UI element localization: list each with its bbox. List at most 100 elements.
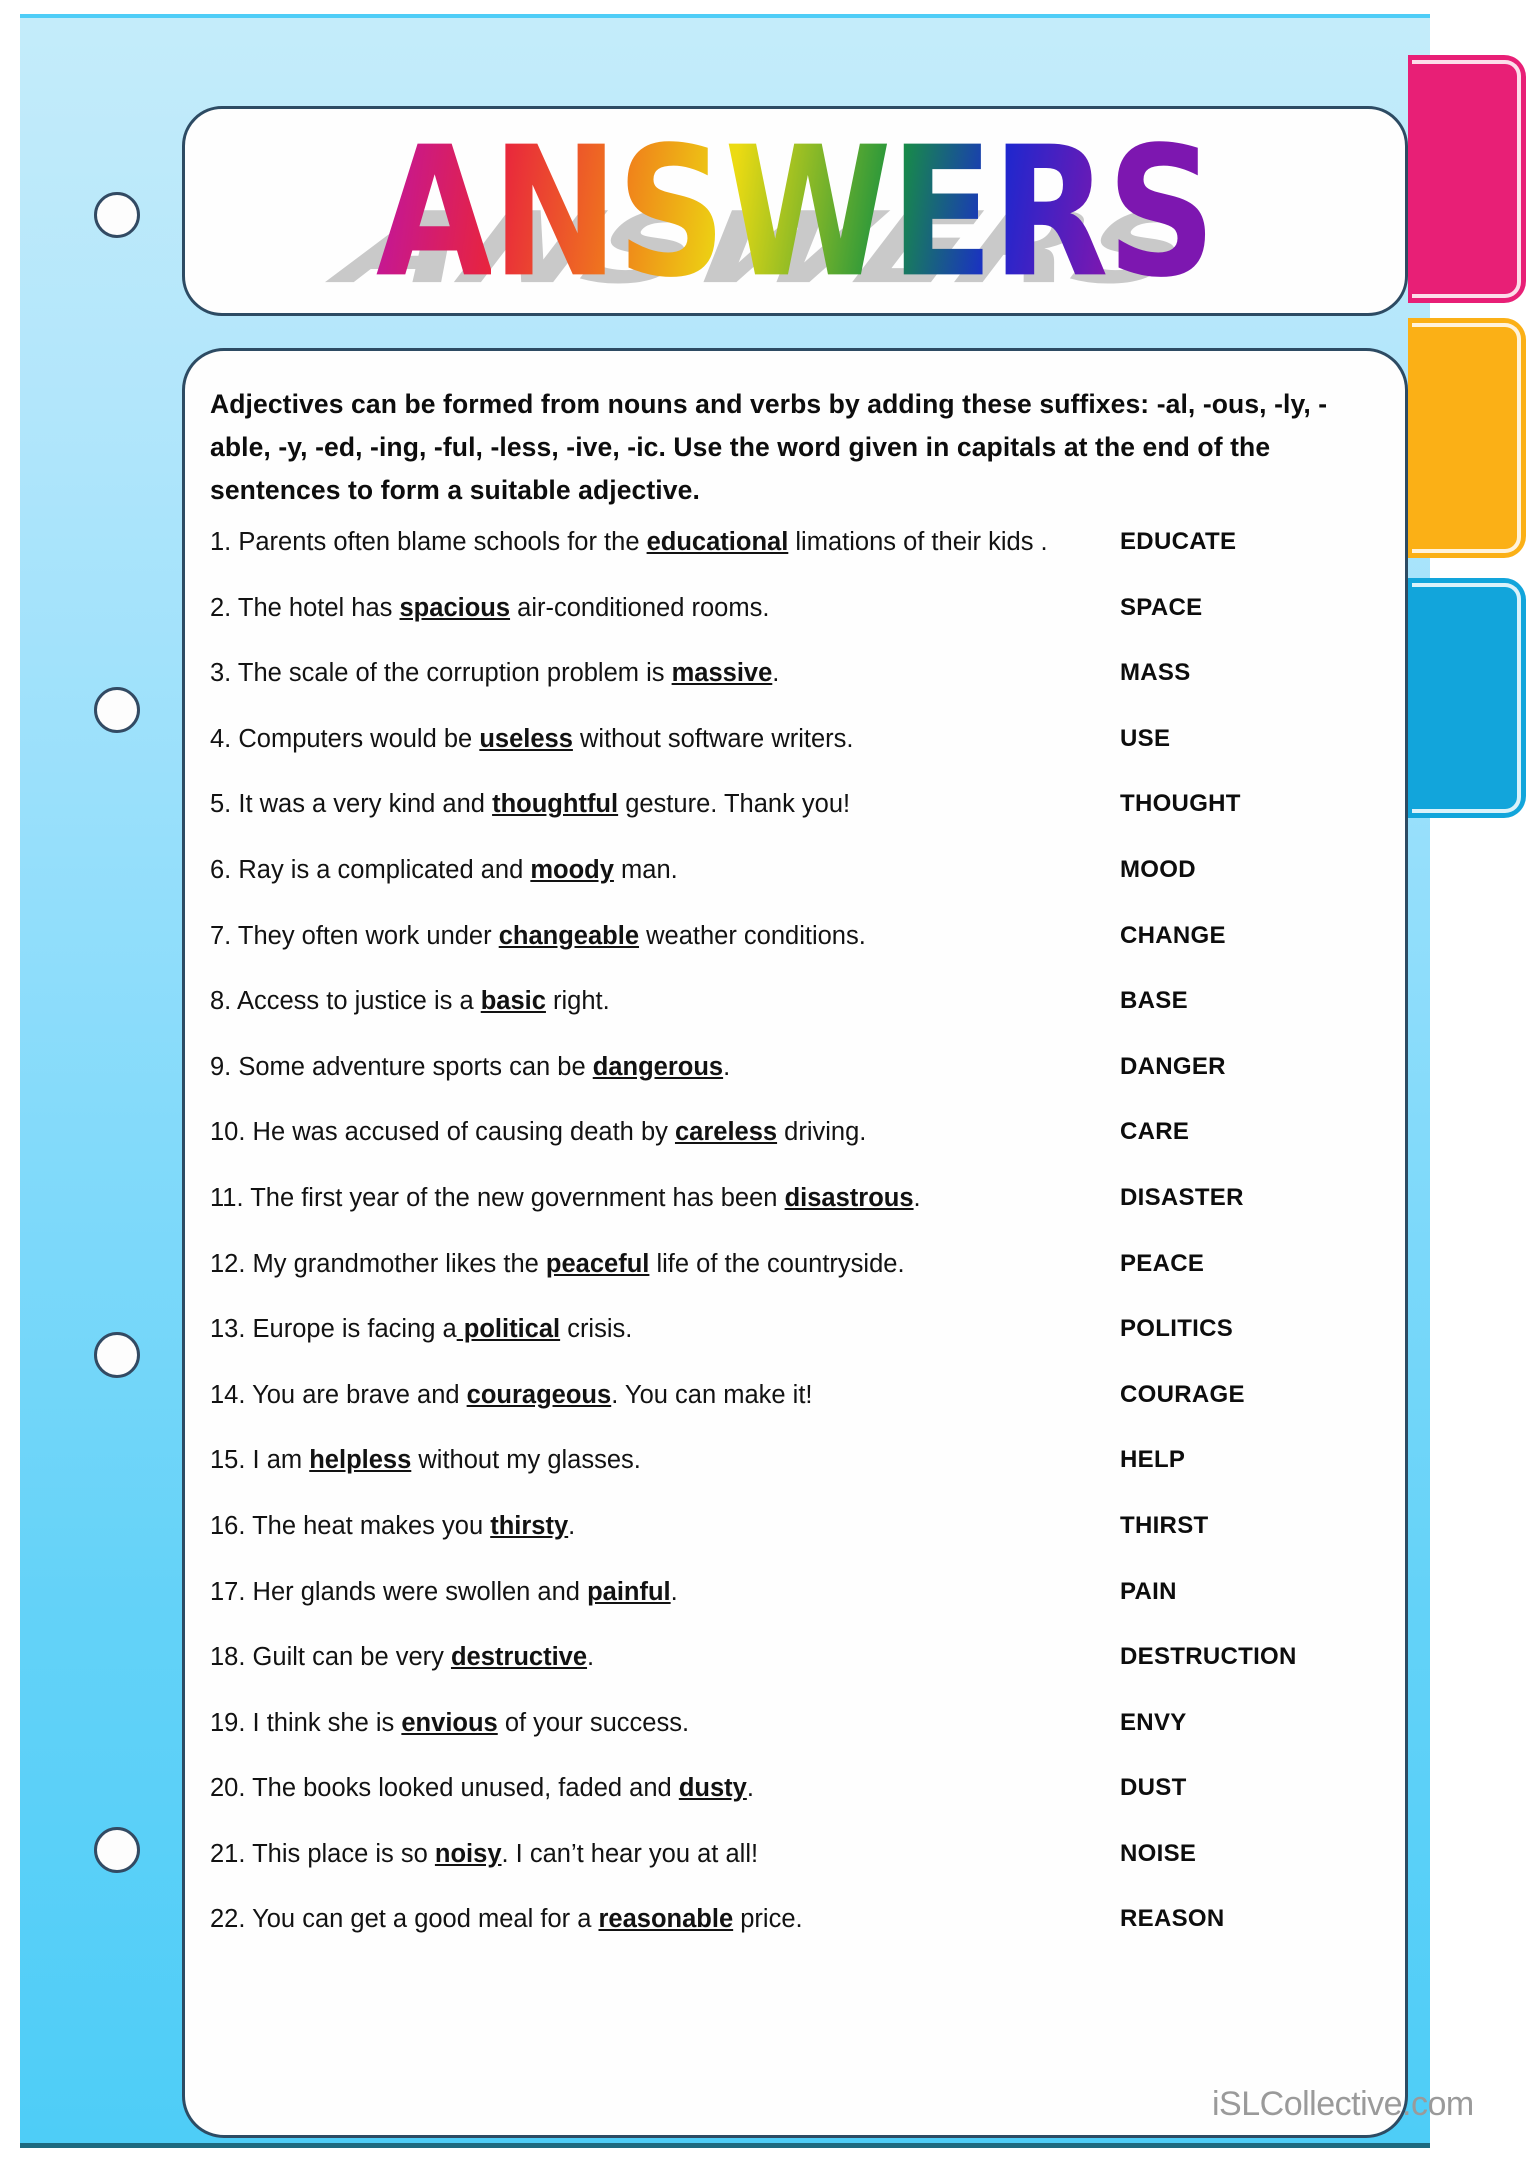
answer-row: 16. The heat makes you thirsty. THIRST	[210, 1512, 1380, 1578]
sentence-after: of your success.	[497, 1708, 690, 1737]
sentence-before: Access to justice is a	[236, 987, 481, 1016]
sentence-text: 9. Some adventure sports can be dangerou…	[210, 1053, 730, 1082]
cue-word: PAIN	[1120, 1577, 1177, 1605]
sentence-before: They often work under	[237, 921, 499, 950]
sentence-text: 10. He was accused of causing death by c…	[210, 1118, 866, 1147]
item-number: 4.	[210, 724, 239, 753]
filled-answer: educational	[646, 528, 789, 556]
sentence-after: man.	[613, 855, 678, 884]
answer-row: 22. You can get a good meal for a reason…	[210, 1905, 1380, 1971]
cue-word: DISASTER	[1120, 1183, 1244, 1211]
cue-word: ENVY	[1120, 1708, 1187, 1736]
cue-word: DUST	[1120, 1774, 1187, 1802]
sentence-before: Ray is a complicated and	[238, 855, 531, 884]
answer-row: 12. My grandmother likes the peaceful li…	[210, 1250, 1380, 1316]
item-number: 11.	[210, 1183, 251, 1212]
sentence-text: 21. This place is so noisy. I can’t hear…	[210, 1840, 758, 1869]
cue-word: PEACE	[1120, 1249, 1205, 1277]
hole-punch-1	[94, 192, 140, 238]
filled-answer: basic	[480, 987, 546, 1016]
cue-word: BASE	[1120, 987, 1188, 1015]
answer-row: 4. Computers would be useless without so…	[210, 725, 1380, 791]
filled-answer: political	[456, 1315, 561, 1344]
sentence-before: The hotel has	[237, 593, 400, 622]
sentence-before: Some adventure sports can be	[238, 1052, 593, 1081]
sentence-text: 22. You can get a good meal for a reason…	[210, 1905, 803, 1934]
hole-punch-2	[94, 687, 140, 733]
answers-wordart: ANSWERS ANSWERS	[185, 123, 1405, 306]
sentence-before: I think she is	[252, 1708, 402, 1737]
index-tab-pink[interactable]	[1408, 55, 1526, 303]
sentence-after: . I can’t hear you at all!	[501, 1839, 759, 1868]
filled-answer: peaceful	[545, 1249, 650, 1278]
answer-row: 6. Ray is a complicated and moody man. MO…	[210, 856, 1380, 922]
filled-answer: changeable	[498, 921, 640, 950]
answer-row: 18. Guilt can be very destructive. DESTRU…	[210, 1643, 1380, 1709]
answer-row: 7. They often work under changeable weat…	[210, 922, 1380, 988]
cue-word: MASS	[1120, 659, 1191, 687]
answer-row: 21. This place is so noisy. I can’t hear…	[210, 1840, 1380, 1906]
item-number: 13.	[210, 1315, 253, 1344]
sentence-after: .	[723, 1052, 731, 1081]
sentence-before: Her glands were swollen and	[252, 1577, 588, 1606]
filled-answer: courageous	[466, 1380, 612, 1409]
answers-letter-n-1: N	[491, 107, 618, 317]
sentence-after: . You can make it!	[611, 1380, 813, 1409]
index-tab-pink-inner	[1412, 60, 1521, 298]
cue-word: DANGER	[1120, 1052, 1226, 1080]
answer-list: 1. Parents often blame schools for the e…	[210, 528, 1380, 1971]
item-number: 1.	[210, 528, 239, 556]
sentence-after: life of the countryside.	[649, 1249, 905, 1278]
item-number: 10.	[210, 1118, 253, 1147]
answer-row: 11. The first year of the new government…	[210, 1184, 1380, 1250]
sentence-before: Europe is facing a	[252, 1315, 457, 1344]
sentence-before: This place is so	[252, 1839, 435, 1868]
item-number: 15.	[210, 1446, 253, 1475]
sentence-after: gesture. Thank you!	[618, 790, 851, 819]
item-number: 18.	[210, 1643, 253, 1672]
cue-word: HELP	[1120, 1446, 1186, 1474]
sentence-after: without my glasses.	[411, 1446, 641, 1475]
sentence-after: weather conditions.	[639, 921, 866, 950]
hole-punch-4	[94, 1827, 140, 1873]
filled-answer: thirsty	[490, 1511, 569, 1540]
filled-answer: careless	[674, 1118, 778, 1147]
sentence-text: 16. The heat makes you thirsty.	[210, 1512, 575, 1541]
sentence-after: right.	[545, 987, 610, 1016]
sentence-text: 19. I think she is envious of your succe…	[210, 1709, 689, 1738]
sentence-text: 8. Access to justice is a basic right.	[210, 987, 610, 1016]
item-number: 21.	[210, 1839, 253, 1868]
item-number: 7.	[210, 921, 238, 950]
sentence-before: It was a very kind and	[238, 790, 493, 819]
cue-word: CARE	[1120, 1118, 1190, 1146]
item-number: 20.	[210, 1774, 253, 1803]
filled-answer: dusty	[678, 1774, 747, 1803]
item-number: 12.	[210, 1249, 253, 1278]
sentence-before: The heat makes you	[252, 1511, 491, 1540]
cue-word: THIRST	[1120, 1511, 1209, 1539]
sentence-text: 5. It was a very kind and thoughtful ges…	[210, 790, 850, 819]
sentence-before: The books looked unused, faded and	[252, 1774, 679, 1803]
index-tab-orange[interactable]	[1408, 318, 1526, 558]
answers-letter-a-0: A	[375, 107, 494, 317]
answer-row: 10. He was accused of causing death by c…	[210, 1118, 1380, 1184]
binder-page: ANSWERS ANSWERS Adjectives can be formed…	[20, 18, 1430, 2148]
index-tab-blue[interactable]	[1408, 578, 1526, 818]
sentence-text: 12. My grandmother likes the peaceful li…	[210, 1250, 905, 1279]
sentence-before: You are brave and	[252, 1380, 467, 1409]
item-number: 17.	[210, 1577, 253, 1606]
answers-letter-w-3: W	[724, 107, 892, 317]
filled-answer: thoughtful	[492, 790, 619, 819]
sentence-after: .	[670, 1577, 678, 1606]
sentence-text: 6. Ray is a complicated and moody man.	[210, 856, 678, 885]
filled-answer: massive	[671, 659, 773, 688]
sentence-before: You can get a good meal for a	[252, 1905, 599, 1934]
item-number: 14.	[210, 1380, 253, 1409]
answer-row: 17. Her glands were swollen and painful.…	[210, 1578, 1380, 1644]
answers-letters: ANSWERS	[376, 123, 1216, 302]
sentence-text: 11. The first year of the new government…	[210, 1184, 921, 1213]
item-number: 5.	[210, 790, 239, 819]
sentence-text: 7. They often work under changeable weat…	[210, 922, 866, 951]
answer-row: 3. The scale of the corruption problem i…	[210, 659, 1380, 725]
hole-punch-3	[94, 1332, 140, 1378]
